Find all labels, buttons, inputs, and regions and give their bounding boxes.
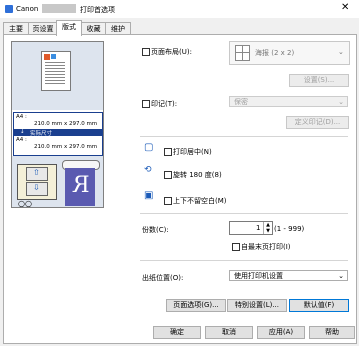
printer-app-icon (5, 5, 13, 13)
define-stamp-button[interactable]: 定义印记(D)... (286, 116, 349, 129)
input-paper-label: A4 : (16, 114, 27, 120)
copies-label: 份数(C): (142, 226, 169, 234)
output-value: 使用打印机设置 (234, 272, 283, 280)
stamp-value: 保密 (234, 98, 248, 106)
scaling-bar: ↓ 实际尺寸 (14, 129, 102, 137)
printer-preview-area: ⇧ ⇩ ○○ R (12, 156, 103, 208)
help-button[interactable]: 帮助 (309, 326, 355, 339)
defaults-button[interactable]: 默认值(F) (289, 299, 349, 312)
rotated-page-icon: R (65, 168, 95, 206)
paper-size-info: A4 : 210.0 mm x 297.0 mm ↓ 实际尺寸 A4 : 210… (13, 112, 103, 156)
cancel-button[interactable]: 取消 (205, 326, 253, 339)
print-center-label: 打印居中(N) (173, 148, 212, 156)
copies-range: (1 - 999) (274, 225, 305, 233)
window-title-prefix: Canon (16, 5, 39, 13)
rotate-180-checkbox[interactable] (164, 171, 172, 179)
last-page-first-label: 自最末页打印(I) (241, 243, 291, 251)
input-paper-size: 210.0 mm x 297.0 mm (34, 121, 98, 127)
print-center-checkbox[interactable] (164, 148, 172, 156)
separator (140, 213, 348, 214)
stamp-checkbox[interactable] (142, 100, 150, 108)
flip-updown-checkbox[interactable] (164, 197, 172, 205)
center-print-icon: ▢ (144, 142, 154, 153)
page-layout-select[interactable]: 海报 (2 x 2) ⌄ (229, 41, 350, 65)
spin-arrows-icon[interactable]: ▲ ▼ (263, 222, 272, 234)
no-margin-icon: ▣ (144, 190, 154, 201)
special-settings-button[interactable]: 特别设置(L)... (227, 299, 287, 312)
page-thumbnail (41, 51, 71, 91)
arrow-down-tray-icon: ⇩ (26, 182, 48, 196)
apply-button[interactable]: 应用(A) (257, 326, 305, 339)
flip-updown-label: 上下不留空白(M) (173, 197, 227, 205)
preview-panel: A4 : 210.0 mm x 297.0 mm ↓ 实际尺寸 A4 : 210… (11, 41, 104, 208)
copies-stepper[interactable]: 1 ▲ ▼ (229, 221, 273, 235)
rotate-icon: ⟲ (144, 165, 152, 175)
separator (140, 260, 348, 261)
printer-name-redacted (42, 4, 76, 13)
separator (140, 136, 348, 137)
rollers-icon: ○○ (18, 199, 32, 208)
output-label: 出纸位置(O): (142, 274, 184, 282)
chevron-down-icon: ⌄ (338, 98, 344, 106)
arrow-up-icon: ⇧ (26, 167, 48, 181)
tab-layout[interactable]: 版式 (56, 20, 82, 36)
title-bar: Canon 打印首选项 ✕ (0, 0, 359, 18)
last-page-first-checkbox[interactable] (232, 243, 240, 251)
window-title: 打印首选项 (80, 6, 115, 14)
output-select[interactable]: 使用打印机设置 ⌄ (229, 270, 348, 281)
printer-icon: ⇧ ⇩ (17, 164, 57, 200)
page-options-button[interactable]: 页面选项(G)... (166, 299, 226, 312)
rotate-180-label: 旋转 180 度(8) (173, 171, 222, 179)
page-layout-label: 页面布局(U): (151, 48, 192, 56)
page-layout-value: 海报 (2 x 2) (255, 49, 295, 57)
scaling-label: 实际尺寸 (30, 131, 53, 137)
chevron-down-icon: ⌄ (338, 48, 344, 56)
page-layout-settings-button[interactable]: 设置(S)... (289, 74, 349, 87)
ok-button[interactable]: 确定 (153, 326, 201, 339)
close-icon[interactable]: ✕ (341, 3, 349, 13)
stamp-select[interactable]: 保密 ⌄ (229, 96, 348, 107)
output-paper-label: A4 : (16, 137, 27, 143)
arrow-down-icon: ↓ (20, 129, 25, 135)
page-layout-checkbox[interactable] (142, 48, 150, 56)
chevron-down-icon: ⌄ (338, 272, 344, 280)
stamp-label: 印记(T): (151, 100, 178, 108)
poster-layout-icon (235, 45, 250, 61)
page-preview-area (12, 42, 103, 110)
output-paper-size: 210.0 mm x 297.0 mm (34, 144, 98, 150)
copies-value: 1 (256, 224, 261, 232)
